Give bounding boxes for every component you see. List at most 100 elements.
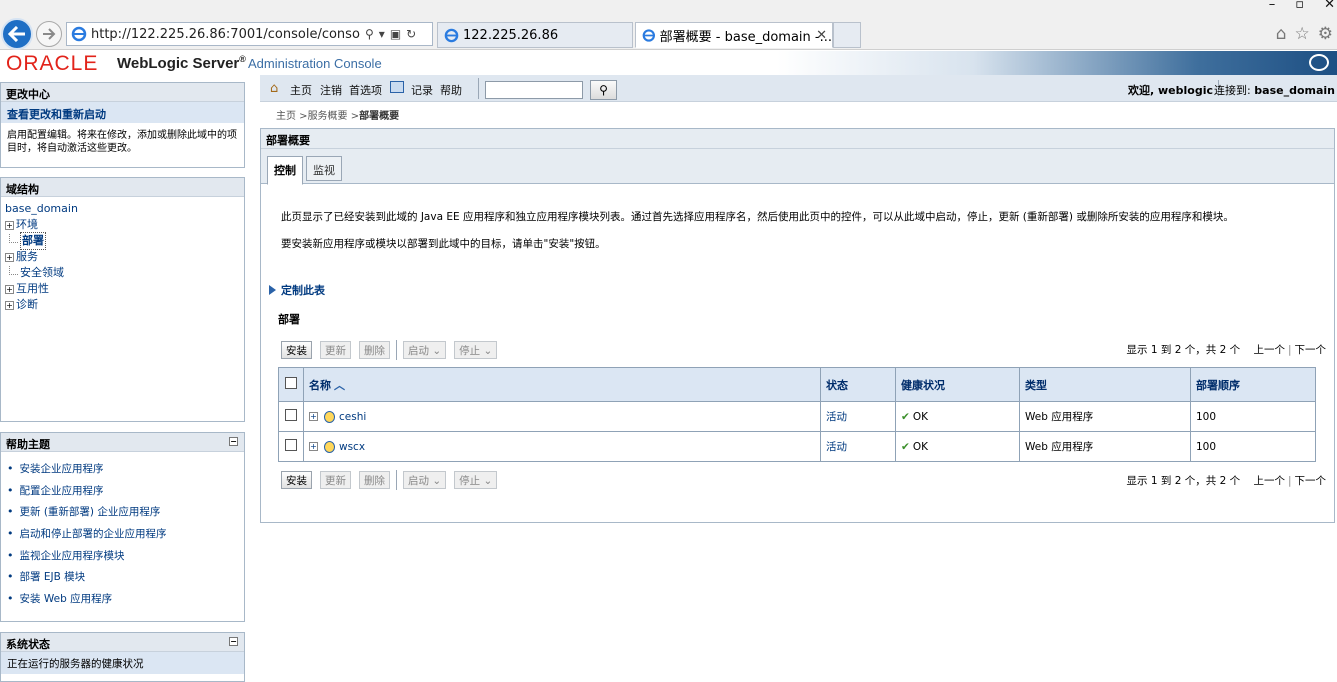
oracle-o-icon [1309,54,1329,71]
refresh-icon[interactable]: ↻ [406,27,416,41]
tree-item-deployments[interactable]: 部署 [5,232,240,250]
expand-icon[interactable]: + [5,252,14,262]
dropdown-icon[interactable]: ▾ [379,27,385,41]
preferences-link[interactable]: 首选项 [349,82,382,98]
tree-item-interoperability[interactable]: + 互用性 [5,281,240,297]
expand-icon[interactable]: + [5,220,14,230]
col-order[interactable]: 部署顺序 [1190,367,1316,402]
compat-view-icon[interactable]: ▣ [390,27,401,41]
stop-dropdown[interactable]: 停止 ⌄ [454,341,498,359]
logout-link[interactable]: 注销 [320,82,342,98]
minimize-icon[interactable]: – [1269,0,1276,12]
toolbar-divider [478,78,479,99]
row-checkbox[interactable] [285,409,297,421]
delete-button[interactable]: 删除 [359,471,390,489]
browser-tab-active[interactable]: 部署概要 - base_domain -... ✕ [635,22,833,48]
help-link[interactable]: 配置企业应用程序 [7,480,238,502]
tab-label: 122.225.26.86 [463,27,559,43]
address-url[interactable]: http://122.225.26.86:7001/console/consol… [91,27,361,42]
help-link-toolbar[interactable]: 帮助 [440,82,462,98]
home-browser-icon[interactable]: ⌂ [1276,24,1287,44]
home-link[interactable]: 主页 [290,82,312,98]
search-button[interactable]: ⚲ [590,80,617,100]
tree-item-diagnostics[interactable]: + 诊断 [5,297,240,313]
help-link[interactable]: 启动和停止部署的企业应用程序 [7,523,238,545]
address-bar[interactable]: http://122.225.26.86:7001/console/consol… [66,22,433,46]
install-button[interactable]: 安装 [281,341,312,359]
search-input[interactable] [485,81,583,99]
prev-page-link[interactable]: 上一个 [1253,344,1285,356]
col-state[interactable]: 状态 [820,367,896,402]
close-tab-icon[interactable]: ✕ [816,28,827,43]
expand-icon[interactable]: + [5,284,14,294]
tab-monitoring[interactable]: 监视 [306,156,342,181]
expand-icon[interactable]: + [309,412,318,421]
col-name-label: 名称 [309,378,331,392]
connected-domain: base_domain [1254,84,1335,97]
favorites-star-icon[interactable]: ☆ [1295,24,1310,44]
tree-label[interactable]: 服务 [16,249,38,265]
tree-item-environment[interactable]: + 环境 [5,217,240,233]
update-button[interactable]: 更新 [320,471,351,489]
record-icon[interactable] [390,81,404,93]
col-type[interactable]: 类型 [1019,367,1191,402]
tree-label[interactable]: 安全领域 [20,265,64,281]
sort-ascending-icon[interactable]: ︿ [334,379,345,392]
help-list: 安装企业应用程序 配置企业应用程序 更新 (重新部署) 企业应用程序 启动和停止… [1,452,244,609]
tree-item-security-realms[interactable]: 安全领域 [5,265,240,281]
help-link[interactable]: 安装企业应用程序 [7,458,238,480]
next-page-link[interactable]: 下一个 [1295,344,1327,356]
prev-page-link[interactable]: 上一个 [1253,475,1285,487]
breadcrumb-home[interactable]: 主页 [276,111,296,122]
collapse-icon[interactable]: − [229,637,238,646]
select-all-checkbox[interactable] [285,377,297,389]
new-tab-button[interactable] [833,22,861,48]
view-changes-link[interactable]: 查看更改和重新启动 [1,102,244,124]
stop-dropdown[interactable]: 停止 ⌄ [454,471,498,489]
forward-button[interactable] [36,21,62,47]
expand-icon[interactable]: + [309,442,318,451]
breadcrumb-services[interactable]: 服务概要 [308,111,348,122]
expand-icon[interactable]: + [5,300,14,310]
state-link[interactable]: 活动 [826,411,847,423]
start-dropdown[interactable]: 启动 ⌄ [403,471,447,489]
back-button[interactable] [1,18,33,50]
tree-label[interactable]: 部署 [20,232,46,250]
col-name[interactable]: 名称 ︿ [303,367,821,402]
app-name-link[interactable]: ceshi [339,411,366,423]
tree-label[interactable]: 环境 [16,217,38,233]
action-buttons-bottom: 安装 更新 删除 启动 ⌄ 停止 ⌄ [281,470,498,490]
col-health[interactable]: 健康状况 [895,367,1020,402]
settings-gear-icon[interactable]: ⚙ [1318,24,1333,44]
maximize-icon[interactable]: ▫ [1295,0,1304,12]
help-link[interactable]: 监视企业应用程序模块 [7,544,238,566]
tree-root-domain[interactable]: base_domain [5,201,78,217]
delete-button[interactable]: 删除 [359,341,390,359]
system-status-title: 系统状态 − [1,633,244,652]
help-link[interactable]: 安装 Web 应用程序 [7,588,238,610]
expand-triangle-icon [269,285,276,295]
tree-label[interactable]: 诊断 [16,297,38,313]
browser-tab-ip[interactable]: 122.225.26.86 [437,22,633,48]
install-button[interactable]: 安装 [281,471,312,489]
tree-label[interactable]: 互用性 [16,281,49,297]
ie-tab-icon [444,28,459,42]
start-dropdown[interactable]: 启动 ⌄ [403,341,447,359]
help-link[interactable]: 部署 EJB 模块 [7,566,238,588]
customize-table-link[interactable]: 定制此表 [269,282,325,298]
state-link[interactable]: 活动 [826,441,847,453]
app-name-link[interactable]: wscx [339,441,365,453]
close-window-icon[interactable]: ✕ [1324,0,1335,12]
collapse-icon[interactable]: − [229,437,238,446]
help-link[interactable]: 更新 (重新部署) 企业应用程序 [7,501,238,523]
search-icon[interactable]: ⚲ [365,27,374,41]
next-page-link[interactable]: 下一个 [1295,475,1327,487]
tree-item-services[interactable]: + 服务 [5,249,240,265]
tab-control[interactable]: 控制 [267,156,303,185]
row-checkbox[interactable] [285,439,297,451]
record-link[interactable]: 记录 [411,82,433,98]
customize-label: 定制此表 [281,284,325,297]
update-button[interactable]: 更新 [320,341,351,359]
ie-tab-icon [642,28,656,42]
home-icon[interactable]: ⌂ [270,81,278,96]
